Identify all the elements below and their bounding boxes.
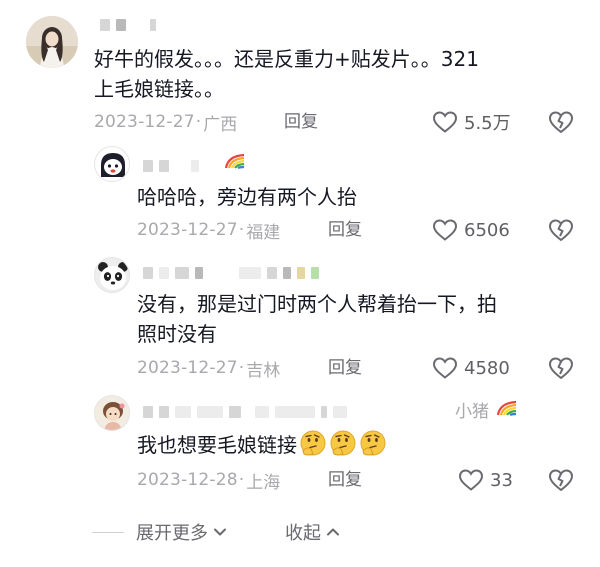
dislike-button[interactable] — [548, 467, 574, 493]
comment-meta: 2023-12-27 · 吉林 — [137, 358, 281, 381]
like-count: 33 — [490, 469, 513, 491]
rainbow-icon — [224, 153, 245, 169]
like-count: 4580 — [464, 357, 510, 379]
like-count: 6506 — [464, 219, 510, 241]
username-obscured[interactable] — [143, 266, 319, 280]
collapse-button[interactable]: 收起 — [285, 518, 341, 546]
comment-meta: 2023-12-28 · 上海 — [137, 470, 281, 493]
like-button[interactable]: 33 — [458, 467, 513, 493]
like-button[interactable]: 6506 — [432, 217, 510, 243]
username-obscured[interactable] — [143, 405, 347, 419]
expand-more-button[interactable]: 展开更多 — [136, 519, 228, 545]
chevron-up-icon — [327, 528, 339, 536]
broken-heart-icon — [549, 469, 573, 491]
heart-icon — [458, 469, 484, 491]
like-button[interactable]: 5.5万 — [432, 109, 511, 135]
dislike-button[interactable] — [548, 217, 574, 243]
avatar[interactable] — [94, 146, 130, 182]
comment-text: 哈哈哈，旁边有两个人抬 — [137, 185, 357, 209]
reply-button[interactable]: 回复 — [328, 468, 362, 492]
broken-heart-icon — [549, 357, 573, 379]
dislike-button[interactable] — [548, 355, 574, 381]
rainbow-icon — [496, 400, 517, 416]
expand-more-label: 展开更多 — [136, 523, 208, 544]
like-count: 5.5万 — [464, 113, 511, 134]
heart-icon — [432, 111, 458, 133]
avatar[interactable] — [26, 16, 78, 68]
avatar[interactable] — [94, 257, 130, 293]
comment-meta: 2023-12-27 · 福建 — [137, 220, 281, 243]
reply-button[interactable]: 回复 — [328, 218, 362, 242]
like-button[interactable]: 4580 — [432, 355, 510, 381]
avatar[interactable] — [94, 395, 130, 431]
username-obscured[interactable] — [143, 159, 199, 173]
heart-icon — [432, 357, 458, 379]
collapse-label: 收起 — [285, 523, 321, 544]
thinking-face-emoji — [329, 429, 357, 457]
username-suffix[interactable]: 小猪 — [455, 401, 489, 423]
comment-text: 好牛的假发。。。还是反重力+贴发片。。321 上毛娘链接。。 — [94, 47, 479, 101]
dislike-button[interactable] — [548, 109, 574, 135]
thinking-face-emoji — [359, 429, 387, 457]
username-obscured[interactable] — [100, 18, 156, 32]
reply-button[interactable]: 回复 — [328, 356, 362, 380]
chevron-down-icon — [214, 528, 226, 536]
heart-icon — [432, 219, 458, 241]
comment-meta: 2023-12-27 · 广西 — [94, 112, 238, 135]
divider — [92, 531, 124, 533]
broken-heart-icon — [549, 219, 573, 241]
reply-button[interactable]: 回复 — [284, 110, 318, 134]
expand-row: 展开更多 — [92, 518, 228, 546]
comment-text: 没有，那是过门时两个人帮着抬一下，拍 照时没有 — [137, 292, 497, 346]
broken-heart-icon — [549, 111, 573, 133]
comment-text: 我也想要毛娘链接 — [137, 429, 577, 460]
thinking-face-emoji — [299, 429, 327, 457]
